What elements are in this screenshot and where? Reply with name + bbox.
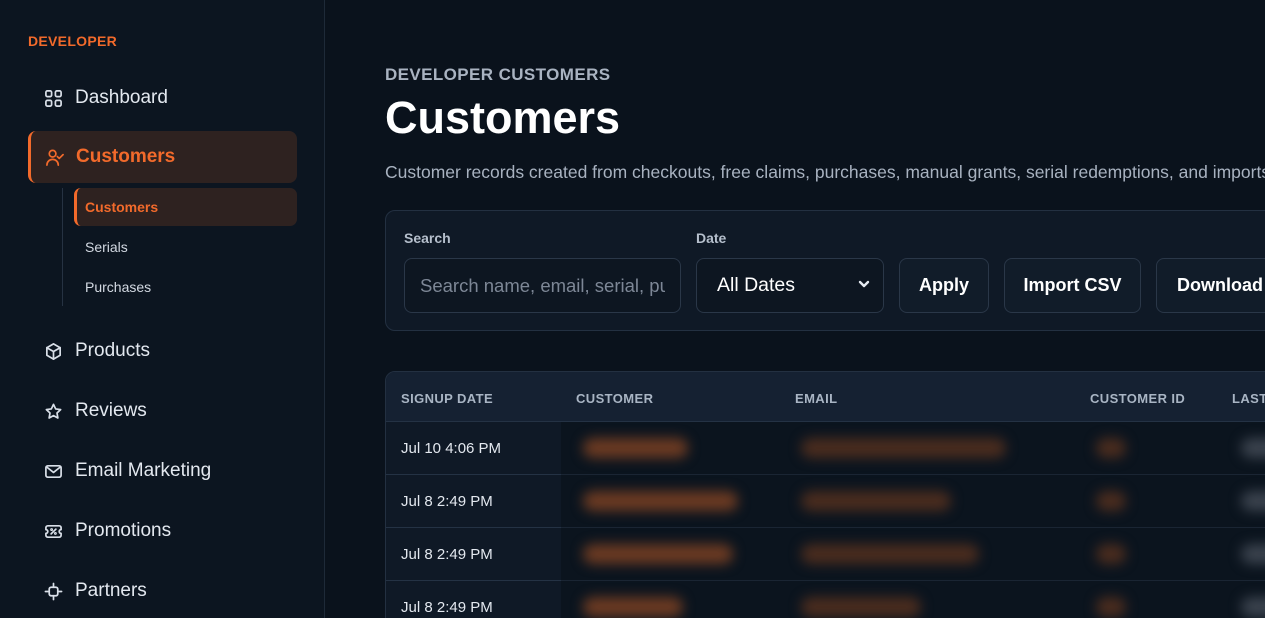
chevron-down-icon — [857, 274, 871, 297]
row-divider — [561, 474, 1265, 475]
signup-date-cell: Jul 8 2:49 PM — [401, 492, 493, 510]
download-csv-button[interactable]: Download CSV — [1156, 258, 1265, 313]
page-title: Customers — [385, 92, 621, 143]
box-icon — [43, 341, 63, 361]
redacted-email — [801, 544, 979, 564]
column-header-email[interactable]: EMAIL — [795, 391, 837, 406]
grid-icon — [43, 88, 63, 108]
column-header-customer-id[interactable]: CUSTOMER ID — [1090, 391, 1185, 406]
redacted-customer-name — [583, 544, 733, 564]
subnav-item-label: Serials — [85, 239, 128, 255]
table-row[interactable]: Jul 8 2:49 PM — [386, 528, 561, 581]
nav-item-label: Products — [75, 340, 150, 361]
redacted-customer-name — [583, 491, 738, 511]
table-header: SIGNUP DATE CUSTOMER EMAIL CUSTOMER ID L… — [386, 372, 1265, 422]
ticket-icon — [43, 521, 63, 541]
nav-item-products[interactable]: Products — [28, 325, 297, 377]
brand-label: DEVELOPER — [28, 33, 118, 49]
nav-item-promotions[interactable]: Promotions — [28, 505, 297, 557]
table-row[interactable]: Jul 10 4:06 PM — [386, 422, 561, 475]
mail-icon — [43, 461, 63, 481]
row-divider — [561, 527, 1265, 528]
redacted-email — [801, 491, 951, 511]
redacted-email — [801, 597, 921, 617]
row-divider — [561, 580, 1265, 581]
subnav-item-label: Purchases — [85, 279, 152, 295]
redacted-customer-id — [1096, 597, 1126, 617]
redacted-customer-id — [1096, 438, 1126, 458]
redacted-customer-id — [1096, 544, 1126, 564]
customers-table: SIGNUP DATE CUSTOMER EMAIL CUSTOMER ID L… — [385, 371, 1265, 618]
nav-item-customers[interactable]: Customers — [28, 131, 297, 183]
sidebar: DEVELOPER Dashboard Customers Customers … — [0, 0, 325, 618]
page-eyebrow: DEVELOPER CUSTOMERS — [385, 65, 611, 84]
date-select[interactable]: All Dates — [696, 258, 884, 313]
redacted-customer-id — [1096, 491, 1126, 511]
redacted-customer-name — [583, 597, 683, 617]
nav-item-dashboard[interactable]: Dashboard — [28, 72, 297, 124]
date-label: Date — [696, 230, 727, 246]
redacted-customer-data — [561, 422, 1265, 618]
user-check-icon — [44, 147, 64, 167]
nav-item-label: Email Marketing — [75, 460, 212, 481]
column-header-signup-date[interactable]: SIGNUP DATE — [401, 391, 493, 406]
column-header-last-purchase[interactable]: LAST PURCHASE — [1232, 391, 1265, 406]
nav-item-reviews[interactable]: Reviews — [28, 385, 297, 437]
nav-item-partners[interactable]: Partners — [28, 565, 297, 617]
star-icon — [43, 401, 63, 421]
nav-item-label: Dashboard — [75, 87, 168, 108]
apply-button[interactable]: Apply — [899, 258, 989, 313]
subnav-item-serials[interactable]: Serials — [74, 228, 297, 266]
redacted-last-purchase — [1241, 544, 1265, 564]
column-header-customer[interactable]: CUSTOMER — [576, 391, 653, 406]
nav-item-label: Partners — [75, 580, 147, 601]
redacted-last-purchase — [1241, 438, 1265, 458]
subnav-item-customers[interactable]: Customers — [74, 188, 297, 226]
search-input[interactable] — [404, 258, 681, 313]
nav-item-label: Promotions — [75, 520, 172, 541]
table-row[interactable]: Jul 8 2:49 PM — [386, 475, 561, 528]
redacted-customer-name — [583, 438, 688, 458]
subnav-item-label: Customers — [85, 199, 159, 215]
subnav-item-purchases[interactable]: Purchases — [74, 268, 297, 306]
signup-date-cell: Jul 8 2:49 PM — [401, 598, 493, 616]
nav-item-label: Reviews — [75, 400, 147, 421]
page-description: Customer records created from checkouts,… — [385, 162, 1265, 182]
search-label: Search — [404, 230, 451, 246]
table-row[interactable]: Jul 8 2:49 PM — [386, 581, 561, 618]
import-csv-button[interactable]: Import CSV — [1004, 258, 1141, 313]
redacted-last-purchase — [1241, 491, 1265, 511]
partners-icon — [43, 581, 63, 601]
subnav-divider — [62, 188, 63, 306]
signup-date-cell: Jul 8 2:49 PM — [401, 545, 493, 563]
signup-date-column: Jul 10 4:06 PM Jul 8 2:49 PM Jul 8 2:49 … — [386, 422, 561, 618]
signup-date-cell: Jul 10 4:06 PM — [401, 439, 502, 457]
redacted-email — [801, 438, 1006, 458]
redacted-last-purchase — [1241, 597, 1265, 617]
date-select-value: All Dates — [717, 274, 796, 296]
nav-item-email-marketing[interactable]: Email Marketing — [28, 445, 297, 497]
nav-item-label: Customers — [76, 146, 176, 167]
